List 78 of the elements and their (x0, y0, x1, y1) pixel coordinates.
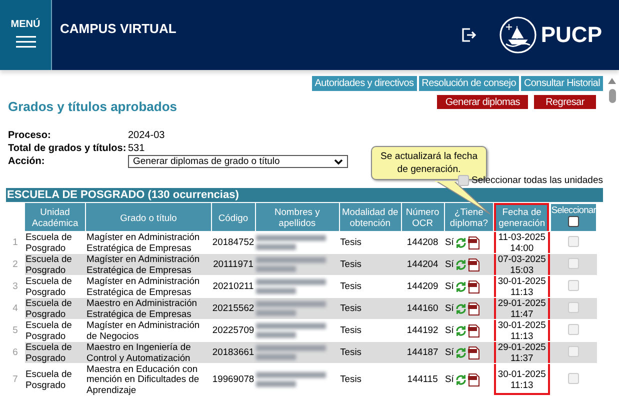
app-title: CAMPUS VIRTUAL (60, 21, 178, 36)
pdf-file-icon[interactable] (468, 346, 480, 360)
pdf-file-icon[interactable] (468, 302, 480, 316)
logout-icon[interactable] (460, 27, 477, 43)
table-cell: 29-01-2025 11:37 (494, 342, 550, 364)
checkbox-label: Seleccionar todas las unidades (471, 174, 603, 186)
table-cell: Sí (445, 237, 454, 248)
field-label: Proceso: (8, 130, 52, 141)
table-cell: 07-03-2025 15:03 (494, 254, 550, 276)
table-cell: 30-01-2025 11:13 (494, 364, 550, 396)
table-cell: Escuela de Posgrado (24, 254, 86, 276)
table-cell: 144204 (401, 254, 444, 276)
checkbox[interactable] (458, 174, 470, 186)
field-value: 2024-03 (128, 130, 165, 141)
column-header: Unidad Académica (24, 202, 86, 232)
action-dropdown[interactable]: Generar diplomas de grado o título (128, 155, 348, 168)
column-header: Número OCR (401, 202, 444, 232)
column-header: Fecha de generación (494, 202, 550, 232)
menu-button[interactable]: MENÚ (0, 0, 52, 70)
refresh-icon[interactable] (454, 236, 467, 248)
table-cell: Escuela de Posgrado (24, 364, 86, 396)
pdf-file-icon[interactable] (468, 258, 480, 272)
pdf-file-icon[interactable] (468, 324, 480, 338)
table-cell: Magíster en Administración Estratégica de Empresas (86, 254, 212, 276)
menu-icon (16, 36, 36, 48)
table-cell: 30-01-2025 11:13 (494, 276, 550, 298)
table-cell: Tesis (339, 254, 402, 276)
field-label: Total de grados y títulos: (8, 143, 128, 154)
refresh-icon[interactable] (454, 324, 467, 336)
table-cell: 144160 (401, 298, 444, 320)
pdf-file-icon[interactable] (468, 280, 480, 294)
column-header: ¿Tiene diploma? (444, 202, 494, 232)
table-cell: Escuela de Posgrado (24, 342, 86, 364)
table-cell: Tesis (339, 298, 402, 320)
table-cell: 20111971 (211, 254, 256, 276)
column-header: Código (211, 202, 256, 232)
page-title: Grados y títulos aprobados (8, 99, 178, 114)
column-header: Nombres y apellidos (255, 202, 340, 232)
table-cell: Sí (445, 325, 454, 336)
column-label: Seleccionar (551, 204, 596, 214)
field-value: 531 (128, 143, 145, 154)
table-cell: Sí (445, 259, 454, 270)
table-cell: 29-01-2025 11:47 (494, 298, 550, 320)
table-cell: 144187 (401, 342, 444, 364)
tooltip-text: Se actualizará la fecha de generación. (380, 150, 478, 176)
select-all-checkbox[interactable] (568, 216, 580, 226)
refresh-icon[interactable] (454, 280, 467, 292)
table-cell: Maestra en Educación con mención en Dificultades de Aprendizaje (86, 364, 212, 396)
table-cell: Sí (445, 281, 454, 292)
table-cell: 30-01-2025 11:13 (494, 320, 550, 342)
section-header: ESCUELA DE POSGRADO (130 ocurrencias) (6, 188, 603, 202)
scroll-thumb[interactable] (608, 89, 616, 103)
action-button[interactable]: Generar diplomas (437, 95, 528, 109)
pdf-file-icon[interactable] (468, 236, 480, 250)
action-button[interactable]: Regresar (534, 95, 596, 109)
table-cell: 20183661 (211, 342, 256, 364)
table-cell: 20215562 (211, 298, 256, 320)
table-cell: Maestro en Administración Estratégica de Empresas (86, 298, 212, 320)
table-cell: Sí (445, 347, 454, 358)
chevron-down-icon (334, 158, 343, 164)
scrollbar[interactable] (607, 78, 617, 103)
table-cell: Sí (445, 303, 454, 314)
column-header: Modalidad de obtención (339, 202, 402, 232)
logo-text: PUCP (540, 22, 602, 48)
table-cell: Escuela de Posgrado (24, 298, 86, 320)
table-cell: Maestro en Ingeniería de Control y Automatización (86, 342, 212, 364)
table-cell: Tesis (339, 342, 402, 364)
scroll-up-icon[interactable] (608, 78, 616, 84)
table-cell: 19969078 (211, 364, 256, 396)
table-cell: 144115 (401, 364, 444, 396)
table-cell: Sí (445, 374, 454, 385)
field-label: Acción: (8, 156, 46, 167)
column-header: Grado o título (86, 202, 212, 232)
pdf-file-icon[interactable] (468, 372, 480, 387)
table-cell: 11-03-2025 14:00 (494, 232, 550, 254)
ship-seal-icon (498, 16, 537, 54)
refresh-icon[interactable] (454, 374, 467, 386)
table-cell: Tesis (339, 364, 402, 396)
